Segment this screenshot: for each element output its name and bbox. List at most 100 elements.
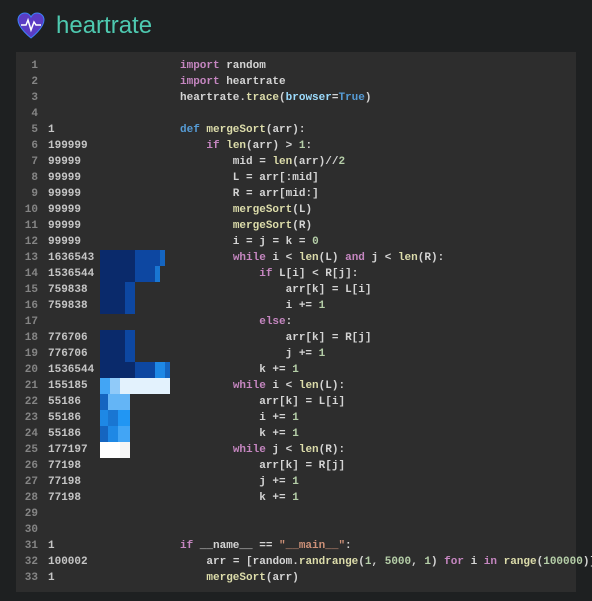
app-header: heartrate	[0, 0, 592, 52]
code-line[interactable]: 331 mergeSort(arr)	[16, 570, 576, 586]
heat-bar	[100, 298, 170, 314]
hit-count: 199999	[44, 138, 100, 154]
code-text: mergeSort(R)	[170, 218, 312, 234]
code-line[interactable]: 1import random	[16, 58, 576, 74]
line-number: 15	[16, 282, 44, 298]
line-number: 8	[16, 170, 44, 186]
heat-bar	[100, 90, 170, 106]
code-line[interactable]: 1099999 mergeSort(L)	[16, 202, 576, 218]
hit-count: 759838	[44, 298, 100, 314]
code-text: L = arr[:mid]	[170, 170, 319, 186]
code-text: k += 1	[170, 362, 299, 378]
code-line[interactable]: 899999 L = arr[:mid]	[16, 170, 576, 186]
code-text: k += 1	[170, 426, 299, 442]
line-number: 26	[16, 458, 44, 474]
code-line[interactable]: 131636543 while i < len(L) and j < len(R…	[16, 250, 576, 266]
hit-count: 77198	[44, 474, 100, 490]
code-text: i += 1	[170, 410, 299, 426]
heat-bar	[100, 250, 170, 266]
code-line[interactable]: 25177197 while j < len(R):	[16, 442, 576, 458]
code-line[interactable]: 3heartrate.trace(browser=True)	[16, 90, 576, 106]
code-line[interactable]: 16759838 i += 1	[16, 298, 576, 314]
code-text: if __name__ == "__main__":	[170, 538, 352, 554]
code-text: arr[k] = L[i]	[170, 282, 372, 298]
code-line[interactable]: 15759838 arr[k] = L[i]	[16, 282, 576, 298]
heat-bar	[100, 378, 170, 394]
code-text: if len(arr) > 1:	[170, 138, 312, 154]
line-number: 1	[16, 58, 44, 74]
line-number: 9	[16, 186, 44, 202]
code-line[interactable]: 2877198 k += 1	[16, 490, 576, 506]
code-line[interactable]: 1199999 mergeSort(R)	[16, 218, 576, 234]
code-text: i = j = k = 0	[170, 234, 319, 250]
code-text: def mergeSort(arr):	[170, 122, 305, 138]
code-line[interactable]: 19776706 j += 1	[16, 346, 576, 362]
app-title: heartrate	[56, 12, 152, 40]
code-line[interactable]: 2777198 j += 1	[16, 474, 576, 490]
hit-count: 55186	[44, 410, 100, 426]
hit-count: 99999	[44, 202, 100, 218]
code-line[interactable]: 4	[16, 106, 576, 122]
hit-count: 1636543	[44, 250, 100, 266]
line-number: 28	[16, 490, 44, 506]
code-line[interactable]: 2 import heartrate	[16, 74, 576, 90]
line-number: 2	[16, 74, 44, 90]
code-line[interactable]: 201536544 k += 1	[16, 362, 576, 378]
code-line[interactable]: 29	[16, 506, 576, 522]
heat-bar	[100, 266, 170, 282]
heart-icon	[16, 12, 46, 40]
line-number: 29	[16, 506, 44, 522]
heat-bar	[100, 282, 170, 298]
heat-bar	[100, 314, 170, 330]
code-text: import heartrate	[170, 74, 286, 90]
hit-count: 55186	[44, 426, 100, 442]
code-line[interactable]: 21155185 while i < len(L):	[16, 378, 576, 394]
line-number: 23	[16, 410, 44, 426]
heat-bar	[100, 154, 170, 170]
line-number: 31	[16, 538, 44, 554]
code-line[interactable]: 999999 R = arr[mid:]	[16, 186, 576, 202]
code-line[interactable]: 6199999 if len(arr) > 1:	[16, 138, 576, 154]
line-number: 24	[16, 426, 44, 442]
code-line[interactable]: 30	[16, 522, 576, 538]
hit-count: 759838	[44, 282, 100, 298]
code-line[interactable]: 2455186 k += 1	[16, 426, 576, 442]
code-line[interactable]: 17 else:	[16, 314, 576, 330]
heat-bar	[100, 442, 170, 458]
heat-bar	[100, 346, 170, 362]
hit-count: 77198	[44, 490, 100, 506]
code-line[interactable]: 799999 mid = len(arr)//2	[16, 154, 576, 170]
heat-bar	[100, 474, 170, 490]
code-line[interactable]: 1299999 i = j = k = 0	[16, 234, 576, 250]
heat-bar	[100, 186, 170, 202]
hit-count: 1	[44, 538, 100, 554]
code-text: arr = [random.randrange(1, 5000, 1) for …	[170, 554, 592, 570]
code-line[interactable]: 311 if __name__ == "__main__":	[16, 538, 576, 554]
code-line[interactable]: 141536544 if L[i] < R[j]:	[16, 266, 576, 282]
line-number: 32	[16, 554, 44, 570]
hit-count: 155185	[44, 378, 100, 394]
code-text: while i < len(L) and j < len(R):	[170, 250, 444, 266]
line-number: 16	[16, 298, 44, 314]
heat-bar	[100, 362, 170, 378]
code-line[interactable]: 2677198 arr[k] = R[j]	[16, 458, 576, 474]
hit-count: 1536544	[44, 266, 100, 282]
line-number: 30	[16, 522, 44, 538]
code-text: heartrate.trace(browser=True)	[170, 90, 372, 106]
hit-count: 177197	[44, 442, 100, 458]
heat-bar	[100, 394, 170, 410]
code-line[interactable]: 2255186 arr[k] = L[i]	[16, 394, 576, 410]
code-line[interactable]: 32100002 arr = [random.randrange(1, 5000…	[16, 554, 576, 570]
heat-bar	[100, 490, 170, 506]
line-number: 25	[16, 442, 44, 458]
heat-bar	[100, 202, 170, 218]
code-text: j += 1	[170, 346, 325, 362]
code-line[interactable]: 2355186 i += 1	[16, 410, 576, 426]
code-line[interactable]: 18776706 arr[k] = R[j]	[16, 330, 576, 346]
heat-bar	[100, 554, 170, 570]
heat-bar	[100, 538, 170, 554]
heat-bar	[100, 234, 170, 250]
hit-count: 99999	[44, 218, 100, 234]
line-number: 18	[16, 330, 44, 346]
code-line[interactable]: 51def mergeSort(arr):	[16, 122, 576, 138]
